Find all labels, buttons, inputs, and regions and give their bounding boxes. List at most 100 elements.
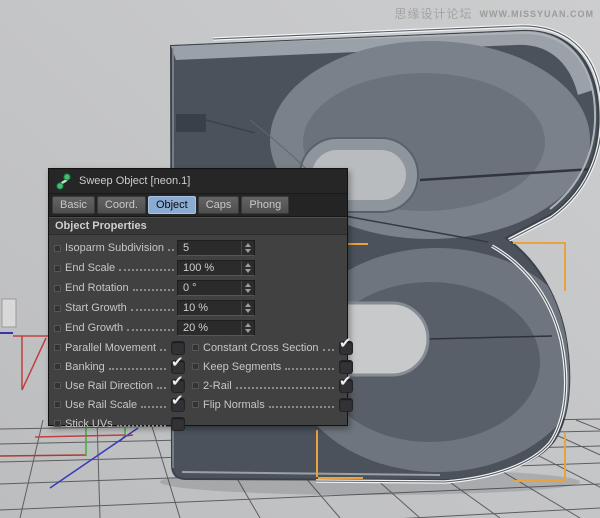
dotted-leader (127, 329, 174, 331)
keyframe-dot[interactable] (192, 344, 199, 351)
param-label: Use Rail Direction (65, 380, 153, 392)
spinner-down-icon[interactable] (245, 269, 251, 273)
stick-uvs-checkbox[interactable]: ✔ (171, 417, 185, 431)
spinner-down-icon[interactable] (245, 249, 251, 253)
end-growth-field[interactable]: 20 % (177, 320, 255, 336)
keyframe-dot[interactable] (54, 265, 61, 272)
keyframe-dot[interactable] (54, 285, 61, 292)
param-label: Use Rail Scale (65, 399, 137, 411)
cell-stick-uvs: Stick UVs ✔ (54, 417, 182, 431)
param-row-end-rotation: End Rotation 0 ° (54, 278, 341, 298)
param-label: End Scale (65, 262, 115, 274)
object-properties: Isoparm Subdivision 5 End Scale 100 % En… (49, 235, 347, 433)
tab-caps[interactable]: Caps (198, 196, 240, 214)
checkmark-icon: ✔ (171, 391, 184, 409)
cell-parallel-movement: Parallel Movement ✔ (54, 341, 182, 355)
application-window: 思缘设计论坛 WWW.MISSYUAN.COM Sweep Object [ne… (0, 0, 600, 518)
dotted-leader (109, 368, 166, 370)
keyframe-dot[interactable] (192, 401, 199, 408)
dotted-leader (119, 269, 174, 271)
spinner-up-icon[interactable] (245, 303, 251, 307)
keyframe-dot[interactable] (54, 420, 61, 427)
dotted-leader (323, 349, 334, 351)
keyframe-dot[interactable] (54, 344, 61, 351)
checkbox-row-3: Use Rail Direction ✔ 2-Rail ✔ (54, 376, 341, 395)
spinner-control[interactable] (241, 241, 254, 255)
dotted-leader (285, 368, 334, 370)
keyframe-dot[interactable] (54, 401, 61, 408)
isoparm-subdivision-field[interactable]: 5 (177, 240, 255, 256)
tab-basic[interactable]: Basic (52, 196, 95, 214)
param-row-end-scale: End Scale 100 % (54, 258, 341, 278)
use-rail-scale-checkbox[interactable]: ✔ (171, 398, 185, 412)
keyframe-dot[interactable] (54, 305, 61, 312)
watermark: 思缘设计论坛 WWW.MISSYUAN.COM (394, 5, 594, 22)
keyframe-dot[interactable] (54, 363, 61, 370)
flip-normals-checkbox[interactable]: ✔ (339, 398, 353, 412)
panel-titlebar[interactable]: Sweep Object [neon.1] (49, 169, 347, 194)
checkbox-row-1: Parallel Movement ✔ Constant Cross Secti… (54, 338, 341, 357)
dotted-leader (157, 387, 166, 389)
param-row-isoparm-subdivision: Isoparm Subdivision 5 (54, 238, 341, 258)
tab-object[interactable]: Object (148, 196, 196, 214)
tab-phong[interactable]: Phong (241, 196, 289, 214)
param-row-start-growth: Start Growth 10 % (54, 298, 341, 318)
constant-cross-section-checkbox[interactable]: ✔ (339, 341, 353, 355)
end-scale-field[interactable]: 100 % (177, 260, 255, 276)
field-value[interactable]: 10 % (178, 301, 241, 315)
checkmark-icon: ✔ (171, 372, 184, 390)
param-label: Banking (65, 361, 105, 373)
section-title: Object Properties (55, 220, 147, 232)
spinner-control[interactable] (241, 261, 254, 275)
param-row-end-growth: End Growth 20 % (54, 318, 341, 338)
dotted-leader (236, 387, 334, 389)
two-rail-checkbox[interactable]: ✔ (339, 379, 353, 393)
spinner-up-icon[interactable] (245, 263, 251, 267)
param-label: Start Growth (65, 302, 127, 314)
spinner-up-icon[interactable] (245, 323, 251, 327)
field-value[interactable]: 100 % (178, 261, 241, 275)
keyframe-dot[interactable] (192, 363, 199, 370)
keyframe-dot[interactable] (192, 382, 199, 389)
cell-flip-normals: Flip Normals ✔ (192, 398, 353, 412)
dotted-leader (160, 349, 166, 351)
keyframe-dot[interactable] (54, 325, 61, 332)
spinner-down-icon[interactable] (245, 289, 251, 293)
spinner-down-icon[interactable] (245, 309, 251, 313)
cell-use-rail-direction: Use Rail Direction ✔ (54, 379, 182, 393)
param-label: End Rotation (65, 282, 129, 294)
section-header: Object Properties (49, 217, 347, 235)
param-label: Parallel Movement (65, 342, 156, 354)
watermark-site-name: 思缘设计论坛 (394, 5, 472, 22)
param-label: Constant Cross Section (203, 342, 319, 354)
start-growth-field[interactable]: 10 % (177, 300, 255, 316)
panel-title: Sweep Object [neon.1] (79, 175, 190, 187)
dotted-leader (117, 425, 166, 427)
field-value[interactable]: 5 (178, 241, 241, 255)
param-label: Stick UVs (65, 418, 113, 430)
panel-tabs: Basic Coord. Object Caps Phong (49, 194, 347, 217)
checkmark-icon: ✔ (339, 334, 352, 352)
spinner-down-icon[interactable] (245, 329, 251, 333)
keyframe-dot[interactable] (54, 245, 61, 252)
checkbox-row-4: Use Rail Scale ✔ Flip Normals ✔ (54, 395, 341, 414)
param-label: End Growth (65, 322, 123, 334)
spinner-up-icon[interactable] (245, 243, 251, 247)
spinner-up-icon[interactable] (245, 283, 251, 287)
checkbox-row-2: Banking ✔ Keep Segments ✔ (54, 357, 341, 376)
dotted-leader (133, 289, 174, 291)
field-value[interactable]: 0 ° (178, 281, 241, 295)
checkbox-row-5: Stick UVs ✔ (54, 414, 341, 433)
keyframe-dot[interactable] (54, 382, 61, 389)
cell-use-rail-scale: Use Rail Scale ✔ (54, 398, 182, 412)
end-rotation-field[interactable]: 0 ° (177, 280, 255, 296)
spinner-control[interactable] (241, 301, 254, 315)
dotted-leader (168, 249, 174, 251)
cell-2-rail: 2-Rail ✔ (192, 379, 353, 393)
checkmark-icon: ✔ (171, 353, 184, 371)
spinner-control[interactable] (241, 321, 254, 335)
cell-banking: Banking ✔ (54, 360, 182, 374)
tab-coord[interactable]: Coord. (97, 196, 146, 214)
field-value[interactable]: 20 % (178, 321, 241, 335)
spinner-control[interactable] (241, 281, 254, 295)
